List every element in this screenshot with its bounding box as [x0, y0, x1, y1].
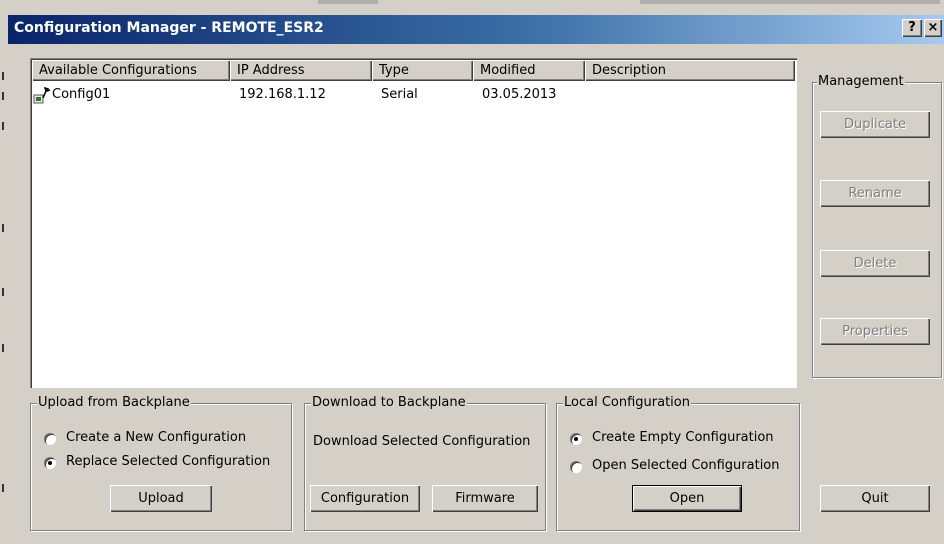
column-header-modified[interactable]: Modified	[473, 60, 585, 81]
duplicate-button[interactable]: Duplicate	[820, 111, 930, 138]
create-empty-configuration-label[interactable]: Create Empty Configuration	[592, 430, 774, 445]
row-config-name: Config01	[52, 87, 111, 102]
open-selected-configuration-radio[interactable]	[570, 461, 582, 473]
configuration-file-icon	[33, 86, 51, 104]
title-bar[interactable]: Configuration Manager - REMOTE_ESR2 ? ×	[8, 15, 944, 44]
download-selected-configuration-text: Download Selected Configuration	[313, 434, 531, 449]
background-window-edge	[0, 44, 8, 544]
background-window-fragment	[640, 0, 940, 4]
row-ip-address: 192.168.1.12	[239, 87, 326, 102]
quit-button[interactable]: Quit	[820, 485, 930, 512]
replace-selected-configuration-label[interactable]: Replace Selected Configuration	[66, 454, 270, 469]
create-empty-configuration-radio[interactable]	[570, 433, 582, 445]
local-group-label: Local Configuration	[563, 395, 691, 410]
create-new-configuration-radio[interactable]	[44, 433, 56, 445]
background-window-strip	[0, 0, 944, 15]
rename-button[interactable]: Rename	[820, 180, 930, 207]
column-header-description[interactable]: Description	[585, 60, 795, 81]
properties-button[interactable]: Properties	[820, 318, 930, 345]
delete-button[interactable]: Delete	[820, 250, 930, 277]
download-configuration-button[interactable]: Configuration	[310, 485, 420, 512]
open-selected-configuration-label[interactable]: Open Selected Configuration	[592, 458, 780, 473]
window-title: Configuration Manager - REMOTE_ESR2	[14, 20, 324, 36]
upload-group-label: Upload from Backplane	[37, 395, 191, 410]
configurations-list[interactable]: Available Configurations IP Address Type…	[30, 58, 797, 388]
close-button[interactable]: ×	[924, 19, 942, 37]
management-label: Management	[817, 74, 905, 89]
download-group-label: Download to Backplane	[311, 395, 467, 410]
column-header-available-configurations[interactable]: Available Configurations	[32, 60, 230, 81]
help-button[interactable]: ?	[902, 19, 922, 37]
column-header-type[interactable]: Type	[372, 60, 473, 81]
column-header-ip-address[interactable]: IP Address	[230, 60, 372, 81]
download-firmware-button[interactable]: Firmware	[432, 485, 538, 512]
open-button[interactable]: Open	[632, 485, 742, 512]
row-modified: 03.05.2013	[482, 87, 557, 102]
create-new-configuration-label[interactable]: Create a New Configuration	[66, 430, 246, 445]
upload-button[interactable]: Upload	[110, 485, 212, 512]
replace-selected-configuration-radio[interactable]	[44, 457, 56, 469]
row-type: Serial	[381, 87, 418, 102]
background-window-fragment	[318, 0, 378, 4]
